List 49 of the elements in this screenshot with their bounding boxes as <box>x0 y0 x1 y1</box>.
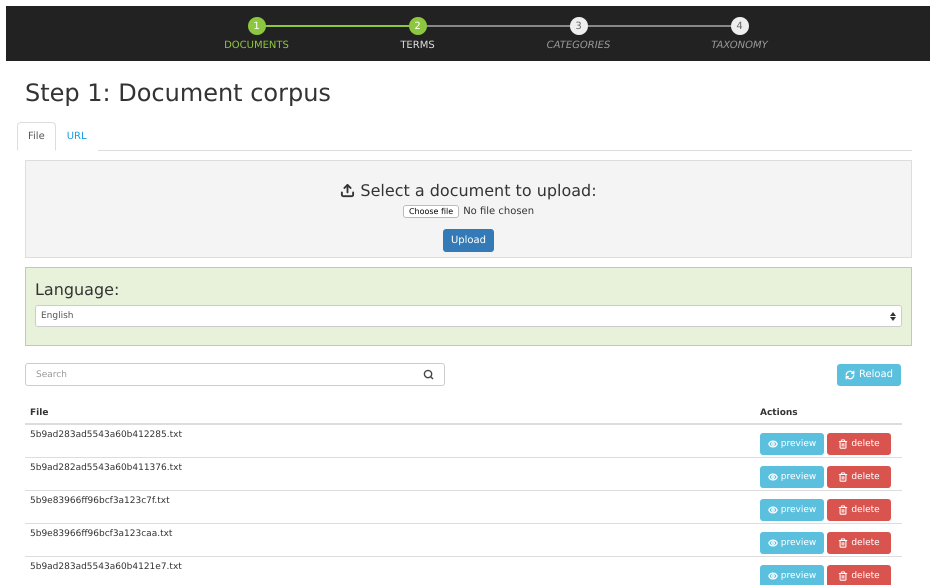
page-title: Step 1: Document corpus <box>25 79 332 107</box>
preview-button[interactable]: preview <box>760 466 824 488</box>
eye-icon <box>768 439 778 449</box>
file-name: 5b9ad282ad5543a60b411376.txt <box>30 463 183 475</box>
search-icon <box>423 369 434 380</box>
search-field[interactable]: Search <box>25 363 445 386</box>
step-circle[interactable]: 4 <box>730 17 748 35</box>
eye-icon <box>768 505 778 515</box>
upload-icon <box>340 183 356 198</box>
step-label: TERMS <box>400 40 435 51</box>
preview-button[interactable]: preview <box>760 499 824 521</box>
delete-button[interactable]: delete <box>827 499 891 521</box>
preview-button[interactable]: preview <box>760 532 824 554</box>
file-name: 5b9ad283ad5543a60b412285.txt <box>30 430 183 442</box>
eye-icon <box>768 472 778 482</box>
trash-icon <box>838 439 848 449</box>
tab[interactable]: File <box>17 122 56 151</box>
upload-button[interactable]: Upload <box>442 229 494 252</box>
select-arrows-icon <box>890 312 896 320</box>
column-header: Actions <box>760 408 799 418</box>
step-circle[interactable]: 2 <box>408 17 426 35</box>
delete-button[interactable]: delete <box>827 466 891 488</box>
step-circle[interactable]: 3 <box>570 17 588 35</box>
eye-icon <box>768 571 778 581</box>
preview-button[interactable]: preview <box>760 565 824 585</box>
delete-button[interactable]: delete <box>827 565 891 585</box>
trash-icon <box>838 505 848 515</box>
file-name: 5b9ad283ad5543a60b4121e7.txt <box>30 562 183 574</box>
file-name: 5b9e83966ff96bcf3a123caa.txt <box>30 529 174 541</box>
upload-heading: Select a document to upload: <box>360 181 597 200</box>
delete-button[interactable]: delete <box>827 433 891 455</box>
file-status: No file chosen <box>463 206 534 217</box>
step-label: DOCUMENTS <box>224 40 289 51</box>
trash-icon <box>838 472 848 482</box>
trash-icon <box>838 538 848 548</box>
reload-button[interactable]: Reload <box>836 364 901 386</box>
column-header: File <box>30 408 50 418</box>
file-name: 5b9e83966ff96bcf3a123c7f.txt <box>30 496 171 508</box>
refresh-icon <box>844 370 855 380</box>
language-select[interactable]: English <box>35 305 902 327</box>
step-label: CATEGORIES <box>546 40 610 51</box>
delete-button[interactable]: delete <box>827 532 891 554</box>
preview-button[interactable]: preview <box>760 433 824 455</box>
choose-file-button[interactable]: Choose file <box>402 205 460 218</box>
step-label: TAXONOMY <box>711 40 768 51</box>
eye-icon <box>768 538 778 548</box>
trash-icon <box>838 571 848 581</box>
step-circle[interactable]: 1 <box>248 17 266 35</box>
language-label: Language: <box>35 280 120 299</box>
